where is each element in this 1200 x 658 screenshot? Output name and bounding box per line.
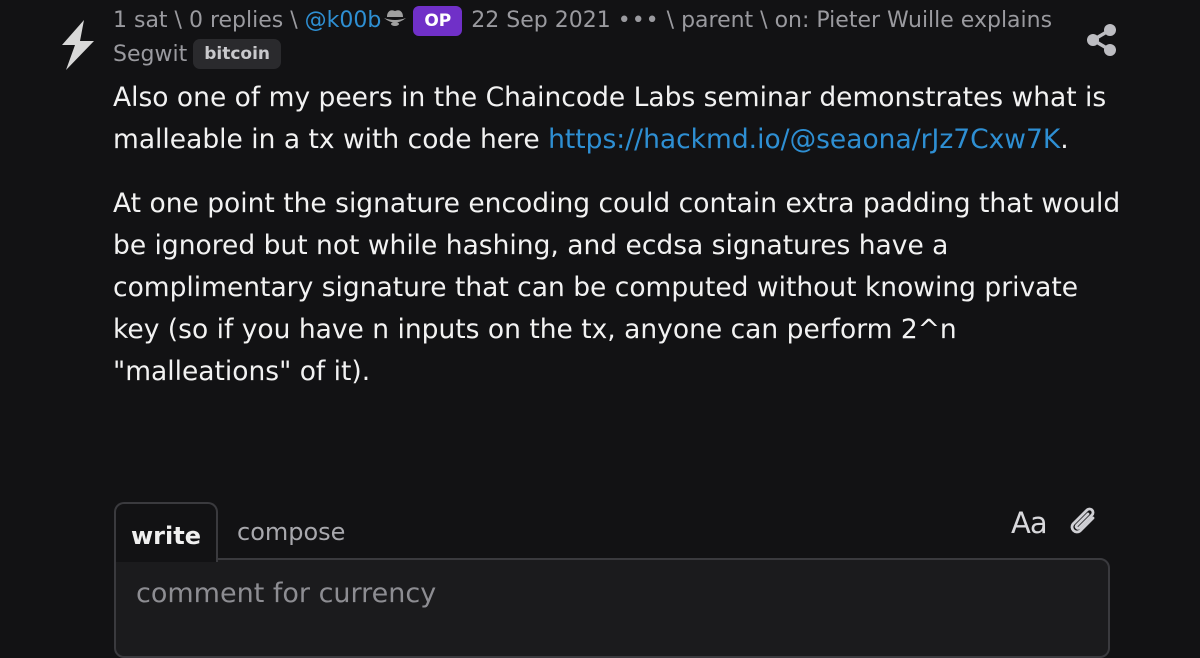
hackmd-link[interactable]: https://hackmd.io/@seaona/rJz7Cxw7K	[548, 124, 1060, 155]
comment-body: Also one of my peers in the Chaincode La…	[113, 77, 1123, 415]
parent-link[interactable]: parent	[681, 8, 753, 33]
sats-count: 1 sat	[113, 8, 168, 33]
separator: \	[659, 8, 682, 33]
lightning-bolt-icon[interactable]	[58, 20, 96, 70]
sub-tag[interactable]: bitcoin	[193, 39, 282, 69]
item-meta: 1 sat \ 0 replies \ @k00b OP 22 Sep 2021…	[113, 4, 1073, 72]
paragraph-text: .	[1060, 124, 1069, 155]
formatting-toggle-icon[interactable]: Aa	[1011, 505, 1048, 541]
paperclip-icon[interactable]	[1066, 504, 1102, 542]
more-menu-icon[interactable]: •••	[618, 8, 660, 33]
comment-input[interactable]	[114, 558, 1110, 658]
author-link[interactable]: @k00b	[305, 8, 382, 33]
separator: \	[283, 8, 305, 33]
comment-paragraph: At one point the signature encoding coul…	[113, 188, 1121, 387]
tab-write[interactable]: write	[114, 502, 218, 562]
separator: \	[167, 8, 189, 33]
item-date[interactable]: 22 Sep 2021	[471, 8, 610, 33]
share-icon[interactable]	[1084, 22, 1120, 58]
cowboy-hat-icon	[384, 10, 407, 26]
replies-link[interactable]: 0 replies	[189, 8, 283, 33]
tab-compose[interactable]: compose	[237, 515, 345, 549]
comment-paragraph: Also one of my peers in the Chaincode La…	[113, 77, 1123, 161]
separator: \	[753, 8, 775, 33]
op-badge: OP	[413, 6, 463, 36]
